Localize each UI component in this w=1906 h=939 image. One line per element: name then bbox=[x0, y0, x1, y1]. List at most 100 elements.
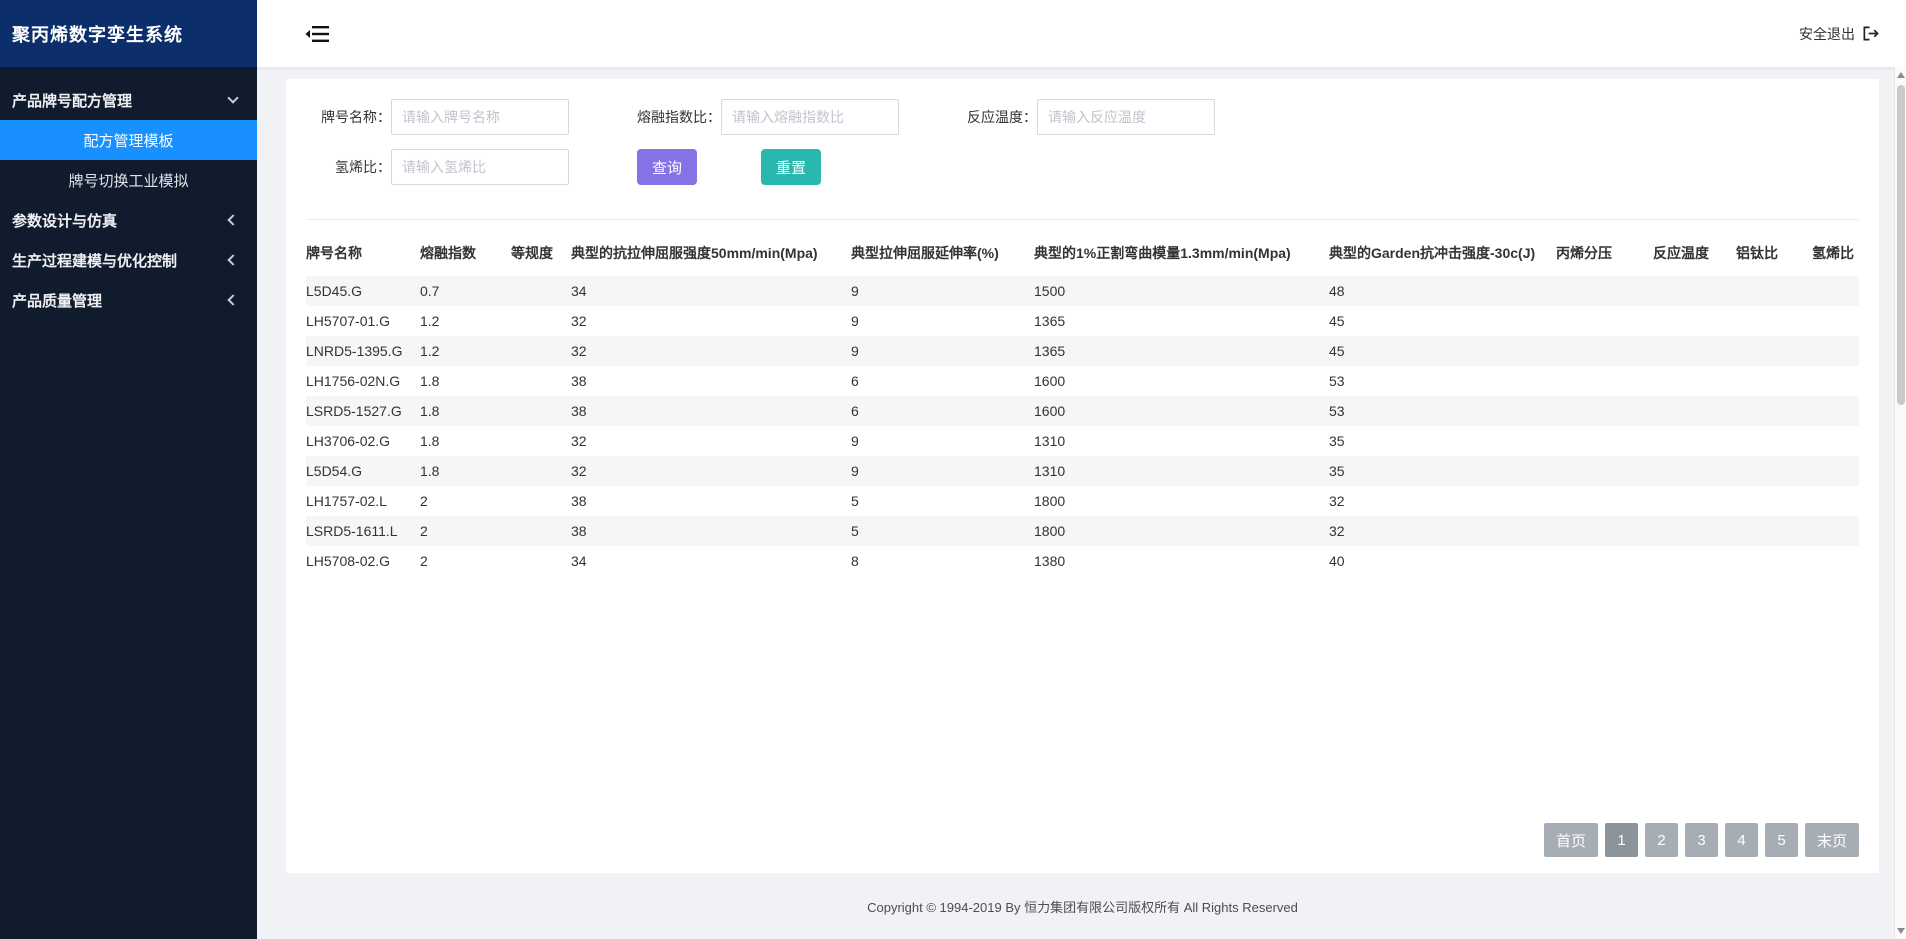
table-cell bbox=[1556, 426, 1653, 456]
chevron-down-icon bbox=[227, 92, 238, 103]
table-cell: 32 bbox=[571, 426, 851, 456]
search-row-1: 牌号名称： 熔融指数比： 反应温度： bbox=[306, 99, 1859, 135]
table-cell: 9 bbox=[851, 276, 1034, 306]
footer: Copyright © 1994-2019 By 恒力集团有限公司版权所有 Al… bbox=[286, 873, 1879, 939]
column-header: 氢烯比 bbox=[1812, 230, 1859, 276]
scrollbar[interactable] bbox=[1894, 67, 1906, 939]
table-cell bbox=[1653, 396, 1736, 426]
column-header: 等规度 bbox=[511, 230, 571, 276]
table-cell: 1.2 bbox=[420, 336, 511, 366]
table-cell bbox=[1812, 336, 1859, 366]
table-cell: 9 bbox=[851, 306, 1034, 336]
table-cell bbox=[511, 396, 571, 426]
pagination-last-button[interactable]: 末页 bbox=[1805, 823, 1859, 857]
menu-fold-icon bbox=[305, 23, 331, 45]
table-cell: 53 bbox=[1329, 366, 1556, 396]
table-cell: 9 bbox=[851, 426, 1034, 456]
table-cell: 1500 bbox=[1034, 276, 1329, 306]
table-cell: 1365 bbox=[1034, 306, 1329, 336]
table-row: LH5708-02.G2348138040 bbox=[306, 546, 1859, 576]
table-cell: 8 bbox=[851, 546, 1034, 576]
card: 牌号名称： 熔融指数比： 反应温度： 氢烯比： bbox=[286, 79, 1879, 873]
table-cell bbox=[1556, 456, 1653, 486]
table-cell: LH1756-02N.G bbox=[306, 366, 420, 396]
melt-index-ratio-input[interactable] bbox=[721, 99, 899, 135]
table-cell bbox=[1556, 276, 1653, 306]
sidebar-item-label: 产品质量管理 bbox=[12, 290, 102, 311]
table-cell: 1.8 bbox=[420, 366, 511, 396]
app: 聚丙烯数字孪生系统 产品牌号配方管理配方管理模板牌号切换工业模拟参数设计与仿真生… bbox=[0, 0, 1906, 939]
pagination: 首页12345末页 bbox=[306, 813, 1859, 863]
table-row: L5D45.G0.7349150048 bbox=[306, 276, 1859, 306]
table-cell bbox=[1653, 426, 1736, 456]
table-cell: LSRD5-1527.G bbox=[306, 396, 420, 426]
column-header: 典型的1%正割弯曲模量1.3mm/min(Mpa) bbox=[1034, 230, 1329, 276]
column-header: 铝钛比 bbox=[1736, 230, 1812, 276]
table-cell bbox=[1556, 336, 1653, 366]
table-row: LSRD5-1611.L2385180032 bbox=[306, 516, 1859, 546]
column-header: 典型的Garden抗冲击强度-30c(J) bbox=[1329, 230, 1556, 276]
pagination-first-button[interactable]: 首页 bbox=[1544, 823, 1598, 857]
table-cell: 32 bbox=[1329, 486, 1556, 516]
hydrogen-ratio-input[interactable] bbox=[391, 149, 569, 185]
pagination-page-1[interactable]: 1 bbox=[1605, 823, 1638, 857]
query-button[interactable]: 查询 bbox=[637, 149, 697, 185]
scroll-up-icon[interactable] bbox=[1897, 72, 1905, 78]
table-cell bbox=[511, 456, 571, 486]
sidebar-item-label: 产品牌号配方管理 bbox=[12, 90, 132, 111]
table-row: LNRD5-1395.G1.2329136545 bbox=[306, 336, 1859, 366]
pagination-page-5[interactable]: 5 bbox=[1765, 823, 1798, 857]
sidebar-item[interactable]: 参数设计与仿真 bbox=[0, 200, 257, 240]
logout-button[interactable]: 安全退出 bbox=[1799, 24, 1879, 44]
column-header: 牌号名称 bbox=[306, 230, 420, 276]
table-cell bbox=[1812, 306, 1859, 336]
table-cell: 5 bbox=[851, 486, 1034, 516]
pagination-page-4[interactable]: 4 bbox=[1725, 823, 1758, 857]
copyright-text: Copyright © 1994-2019 By 恒力集团有限公司版权所有 Al… bbox=[867, 897, 1298, 916]
table-cell: 2 bbox=[420, 486, 511, 516]
table-cell bbox=[1653, 546, 1736, 576]
table-cell bbox=[1556, 486, 1653, 516]
pagination-page-3[interactable]: 3 bbox=[1685, 823, 1718, 857]
table-cell: 1.8 bbox=[420, 456, 511, 486]
table-row: LH3706-02.G1.8329131035 bbox=[306, 426, 1859, 456]
sidebar-collapse-button[interactable] bbox=[305, 23, 331, 45]
table-cell: LH5708-02.G bbox=[306, 546, 420, 576]
table-cell bbox=[511, 336, 571, 366]
sidebar-subitem[interactable]: 配方管理模板 bbox=[0, 120, 257, 160]
sidebar-item[interactable]: 生产过程建模与优化控制 bbox=[0, 240, 257, 280]
reset-button[interactable]: 重置 bbox=[761, 149, 821, 185]
sidebar-subitem[interactable]: 牌号切换工业模拟 bbox=[0, 160, 257, 200]
table-cell: 1600 bbox=[1034, 396, 1329, 426]
sidebar-item-label: 生产过程建模与优化控制 bbox=[12, 250, 177, 271]
logout-icon bbox=[1862, 25, 1879, 42]
table-cell: 32 bbox=[571, 456, 851, 486]
sidebar: 聚丙烯数字孪生系统 产品牌号配方管理配方管理模板牌号切换工业模拟参数设计与仿真生… bbox=[0, 0, 257, 939]
table-cell bbox=[1736, 426, 1812, 456]
field-hydrogen-ratio: 氢烯比： bbox=[306, 149, 569, 185]
chevron-left-icon bbox=[227, 214, 238, 225]
table-cell bbox=[511, 546, 571, 576]
sidebar-item[interactable]: 产品牌号配方管理 bbox=[0, 80, 257, 120]
field-brand-name: 牌号名称： bbox=[306, 99, 569, 135]
table-cell bbox=[511, 306, 571, 336]
table-cell: 38 bbox=[571, 486, 851, 516]
field-reaction-temperature: 反应温度： bbox=[967, 99, 1215, 135]
table-cell bbox=[1556, 396, 1653, 426]
table-cell bbox=[511, 366, 571, 396]
table-cell: 40 bbox=[1329, 546, 1556, 576]
pagination-page-2[interactable]: 2 bbox=[1645, 823, 1678, 857]
table-cell bbox=[511, 486, 571, 516]
content: 牌号名称： 熔融指数比： 反应温度： 氢烯比： bbox=[257, 67, 1906, 939]
reaction-temperature-input[interactable] bbox=[1037, 99, 1215, 135]
scroll-down-icon[interactable] bbox=[1897, 928, 1905, 934]
brand-name-input[interactable] bbox=[391, 99, 569, 135]
table-cell: 9 bbox=[851, 336, 1034, 366]
sidebar-item[interactable]: 产品质量管理 bbox=[0, 280, 257, 320]
table-cell bbox=[1736, 366, 1812, 396]
table-cell bbox=[1653, 486, 1736, 516]
reaction-temperature-label: 反应温度： bbox=[967, 107, 1037, 127]
table-cell: 34 bbox=[571, 546, 851, 576]
column-header: 典型拉伸屈服延伸率(%) bbox=[851, 230, 1034, 276]
scrollbar-thumb[interactable] bbox=[1897, 85, 1905, 405]
